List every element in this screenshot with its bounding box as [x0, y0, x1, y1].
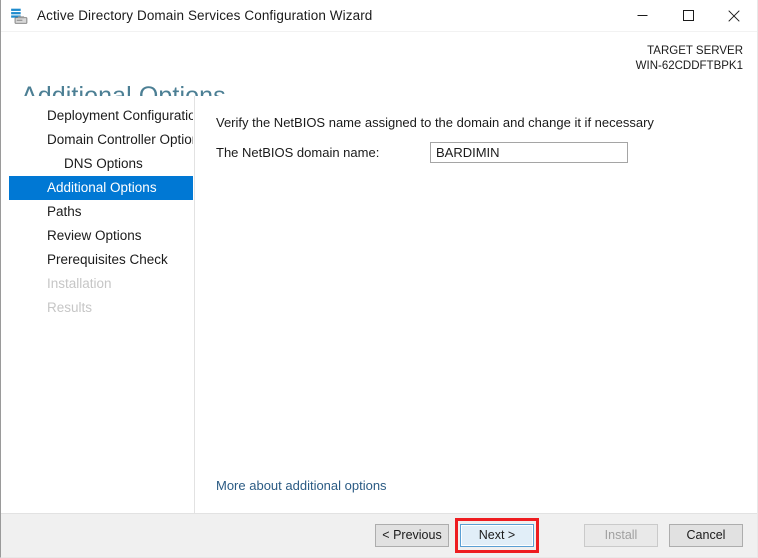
netbios-domain-name-input[interactable] — [430, 142, 628, 163]
instruction-text: Verify the NetBIOS name assigned to the … — [216, 115, 654, 130]
cancel-button[interactable]: Cancel — [669, 524, 743, 547]
sidebar-item-paths[interactable]: Paths — [9, 200, 193, 224]
window-controls — [619, 0, 757, 31]
netbios-label: The NetBIOS domain name: — [216, 145, 380, 160]
sidebar-item-installation: Installation — [47, 276, 112, 291]
ad-server-icon — [11, 8, 28, 24]
minimize-icon — [637, 15, 647, 16]
sidebar-item-domain-controller-options[interactable]: Domain Controller Options — [9, 128, 193, 152]
sidebar-item-results: Results — [47, 300, 93, 315]
sidebar-item-review-options[interactable]: Review Options — [9, 224, 193, 248]
content-pane: Verify the NetBIOS name assigned to the … — [195, 96, 757, 513]
body-area: Deployment Configuration Domain Controll… — [1, 96, 757, 513]
more-about-additional-options-link[interactable]: More about additional options — [216, 478, 387, 493]
install-button: Install — [584, 524, 658, 547]
sidebar-item-prerequisites-check[interactable]: Prerequisites Check — [9, 248, 193, 272]
wizard-window: Active Directory Domain Services Configu… — [0, 0, 758, 558]
target-server-name: WIN-62CDDFTBPK1 — [635, 60, 743, 72]
next-button[interactable]: Next > — [460, 524, 534, 547]
window-title: Active Directory Domain Services Configu… — [37, 8, 373, 23]
page-header: Additional Options TARGET SERVER WIN-62C… — [1, 32, 757, 110]
wizard-footer: < Previous Next > Install Cancel — [1, 514, 757, 557]
wizard-step-nav: Deployment Configuration Domain Controll… — [1, 96, 195, 513]
close-button[interactable] — [711, 0, 757, 31]
sidebar-item-dns-options[interactable]: DNS Options — [9, 152, 193, 176]
sidebar-item-deployment-configuration[interactable]: Deployment Configuration — [9, 104, 193, 128]
maximize-icon — [682, 10, 694, 21]
maximize-button[interactable] — [665, 0, 711, 31]
previous-button[interactable]: < Previous — [375, 524, 449, 547]
next-button-wrapper: Next > — [455, 518, 539, 553]
title-bar[interactable]: Active Directory Domain Services Configu… — [1, 0, 757, 31]
netbios-field-row: The NetBIOS domain name: — [216, 142, 636, 164]
target-server-block: TARGET SERVER WIN-62CDDFTBPK1 — [636, 44, 743, 74]
target-server-label: TARGET SERVER — [647, 45, 743, 57]
minimize-button[interactable] — [619, 0, 665, 31]
sidebar-item-additional-options[interactable]: Additional Options — [9, 176, 193, 200]
close-icon — [728, 9, 740, 22]
